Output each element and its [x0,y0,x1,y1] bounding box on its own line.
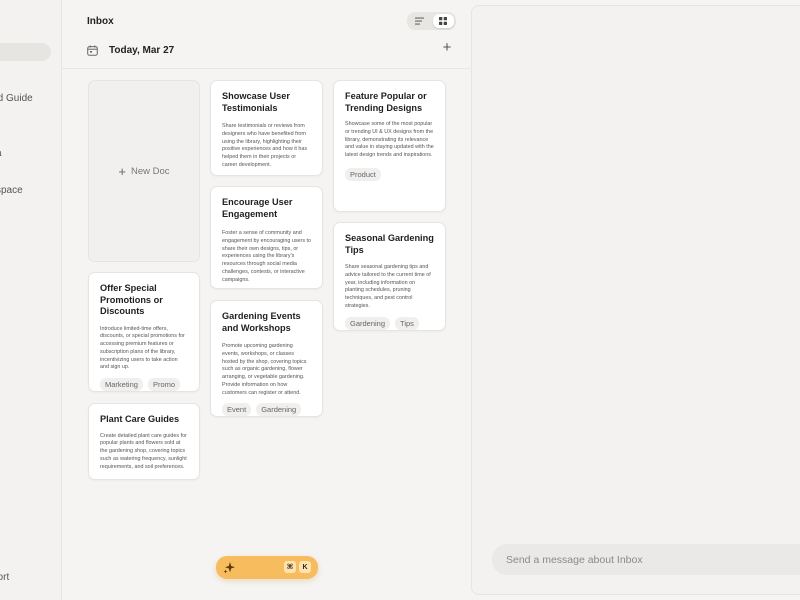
grid-view-button[interactable] [432,14,454,28]
tag[interactable]: Tips [395,316,419,330]
doc-card[interactable]: Encourage User Engagement Foster a sense… [210,186,323,289]
card-title: Offer Special Promotions or Discounts [100,283,163,316]
sidebar-item-active[interactable] [0,43,51,61]
card-title: Showcase User Testimonials [222,91,290,113]
plus-icon: + [442,38,452,56]
divider [62,68,470,69]
card-description: Showcase some of the most popular or tre… [345,121,434,159]
doc-card[interactable]: Seasonal Gardening Tips Share seasonal g… [333,222,446,331]
tag[interactable]: Gardening [345,316,391,330]
page-title: Inbox [87,16,114,27]
card-title: Feature Popular or Trending Designs [345,91,427,113]
card-description: Share testimonials or reviews from desig… [222,123,308,168]
doc-card[interactable]: Feature Popular or Trending Designs Show… [333,80,446,212]
tag[interactable]: Marketing [100,378,143,392]
card-tags: Gardening Tips [345,316,434,330]
tag[interactable]: Product [345,167,381,181]
date-label: Today, Mar 27 [109,44,175,56]
card-description: Foster a sense of community and engageme… [222,230,312,283]
ai-assistant-button[interactable]: ⌘ K [216,556,318,579]
card-title: Seasonal Gardening Tips [345,233,434,255]
sidebar: rted Guide a space port [0,0,62,600]
card-tags: Marketing Promo [100,378,188,392]
tag[interactable]: Event [222,402,252,416]
view-toggle [407,12,456,30]
sidebar-item-a[interactable]: a [0,148,2,159]
tag[interactable]: Gardening [256,402,302,416]
card-description: Introduce limited-time offers, discounts… [100,325,185,371]
sidebar-item-guide[interactable]: rted Guide [0,93,33,104]
doc-card[interactable]: Plant Care Guides Create detailed plant … [88,403,200,480]
card-description: Create detailed plant care guides for po… [100,432,187,470]
doc-card[interactable]: Offer Special Promotions or Discounts In… [88,272,200,392]
card-title: Gardening Events and Workshops [222,311,301,333]
sidebar-item-support[interactable]: port [0,572,9,583]
doc-card[interactable]: Showcase User Testimonials Share testimo… [210,80,323,176]
list-view-button[interactable] [409,14,431,28]
sidebar-item-space[interactable]: space [0,185,23,196]
card-title: Plant Care Guides [100,414,180,424]
card-tags: Product [345,167,434,181]
new-doc-button[interactable]: + New Doc [88,80,200,262]
plus-icon: + [118,163,127,179]
cmd-key: ⌘ [284,561,296,573]
new-doc-label: New Doc [131,165,170,177]
card-tags: Event Gardening [222,402,311,416]
k-key: K [299,561,311,573]
grid-view-icon [439,17,448,25]
add-doc-button[interactable]: + [440,38,454,56]
sparkle-icon [223,562,235,574]
card-description: Share seasonal gardening tips and advice… [345,264,431,309]
tag[interactable]: Promo [147,378,181,392]
main-content: Inbox Today, Mar 27 + + New Doc Offer Sp… [62,0,470,600]
doc-card[interactable]: Gardening Events and Workshops Promote u… [210,300,323,417]
calendar-icon [87,45,98,56]
card-title: Encourage User Engagement [222,197,293,219]
chat-panel [471,5,800,595]
date-group-header: Today, Mar 27 [87,42,174,58]
chat-message-input[interactable] [492,544,800,575]
list-view-icon [415,17,425,25]
card-description: Promote upcoming gardening events, works… [222,343,307,396]
